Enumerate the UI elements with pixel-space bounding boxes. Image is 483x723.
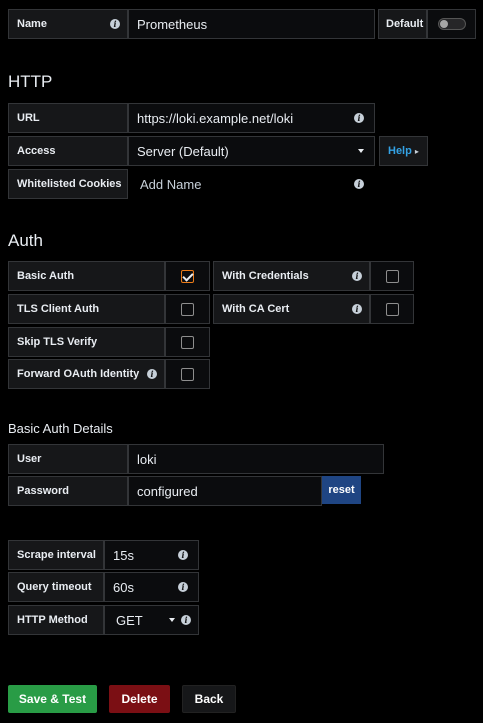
password-input[interactable]: configured xyxy=(128,476,322,506)
query-timeout-input[interactable]: 60s i xyxy=(104,572,199,602)
url-label: URL xyxy=(8,103,128,133)
with-credentials-checkbox-cell[interactable] xyxy=(370,261,414,291)
password-label: Password xyxy=(8,476,128,506)
cookies-label: Whitelisted Cookies xyxy=(8,169,128,199)
scrape-interval-input[interactable]: 15s i xyxy=(104,540,199,570)
tls-client-auth-checkbox-cell[interactable] xyxy=(165,294,210,324)
http-heading: HTTP xyxy=(8,72,53,91)
with-ca-cert-label: With CA Cert i xyxy=(213,294,370,324)
forward-oauth-checkbox[interactable] xyxy=(181,367,194,381)
auth-heading: Auth xyxy=(8,231,43,250)
http-method-label: HTTP Method xyxy=(8,605,104,635)
skip-tls-verify-label: Skip TLS Verify xyxy=(8,327,165,357)
tls-client-auth-label: TLS Client Auth xyxy=(8,294,165,324)
caret-right-icon: ▸ xyxy=(414,146,419,156)
query-timeout-label: Query timeout xyxy=(8,572,104,602)
info-icon[interactable]: i xyxy=(178,550,188,560)
scrape-interval-label: Scrape interval xyxy=(8,540,104,570)
with-credentials-checkbox[interactable] xyxy=(385,269,399,283)
user-input[interactable]: loki xyxy=(128,444,384,474)
basic-auth-label: Basic Auth xyxy=(8,261,165,291)
info-icon[interactable]: i xyxy=(352,304,362,314)
with-credentials-label: With Credentials i xyxy=(213,261,370,291)
info-icon[interactable]: i xyxy=(181,615,191,625)
default-label: Default xyxy=(378,9,427,39)
http-method-select[interactable]: GET i xyxy=(104,605,199,635)
cookies-input[interactable]: Add Name i xyxy=(128,169,375,199)
default-toggle-cell[interactable] xyxy=(427,9,476,39)
info-icon[interactable]: i xyxy=(354,179,364,189)
with-ca-cert-checkbox-cell[interactable] xyxy=(370,294,414,324)
basic-auth-checkbox[interactable] xyxy=(181,269,194,283)
default-toggle[interactable] xyxy=(437,18,466,30)
url-input[interactable]: https://loki.example.net/loki i xyxy=(128,103,375,133)
tls-client-auth-checkbox[interactable] xyxy=(181,302,194,316)
caret-down-icon xyxy=(169,618,175,622)
user-label: User xyxy=(8,444,128,474)
caret-down-icon xyxy=(358,149,364,153)
basic-auth-details-heading: Basic Auth Details xyxy=(8,421,113,436)
access-label: Access xyxy=(8,136,128,166)
info-icon[interactable]: i xyxy=(352,271,362,281)
info-icon[interactable]: i xyxy=(110,19,120,29)
info-icon[interactable]: i xyxy=(178,582,188,592)
skip-tls-verify-checkbox-cell[interactable] xyxy=(165,327,210,357)
help-button[interactable]: Help ▸ xyxy=(379,136,428,166)
name-input[interactable]: Prometheus xyxy=(128,9,375,39)
name-label: Name i xyxy=(8,9,128,39)
forward-oauth-label: Forward OAuth Identity i xyxy=(8,359,165,389)
info-icon[interactable]: i xyxy=(354,113,364,123)
skip-tls-verify-checkbox[interactable] xyxy=(181,335,194,349)
access-select[interactable]: Server (Default) xyxy=(128,136,375,166)
save-test-button[interactable]: Save & Test xyxy=(8,685,97,713)
back-button[interactable]: Back xyxy=(182,685,236,713)
forward-oauth-checkbox-cell[interactable] xyxy=(165,359,210,389)
with-ca-cert-checkbox[interactable] xyxy=(385,302,399,316)
info-icon[interactable]: i xyxy=(147,369,157,379)
reset-button[interactable]: reset xyxy=(322,476,361,504)
basic-auth-checkbox-cell[interactable] xyxy=(165,261,210,291)
delete-button[interactable]: Delete xyxy=(109,685,170,713)
